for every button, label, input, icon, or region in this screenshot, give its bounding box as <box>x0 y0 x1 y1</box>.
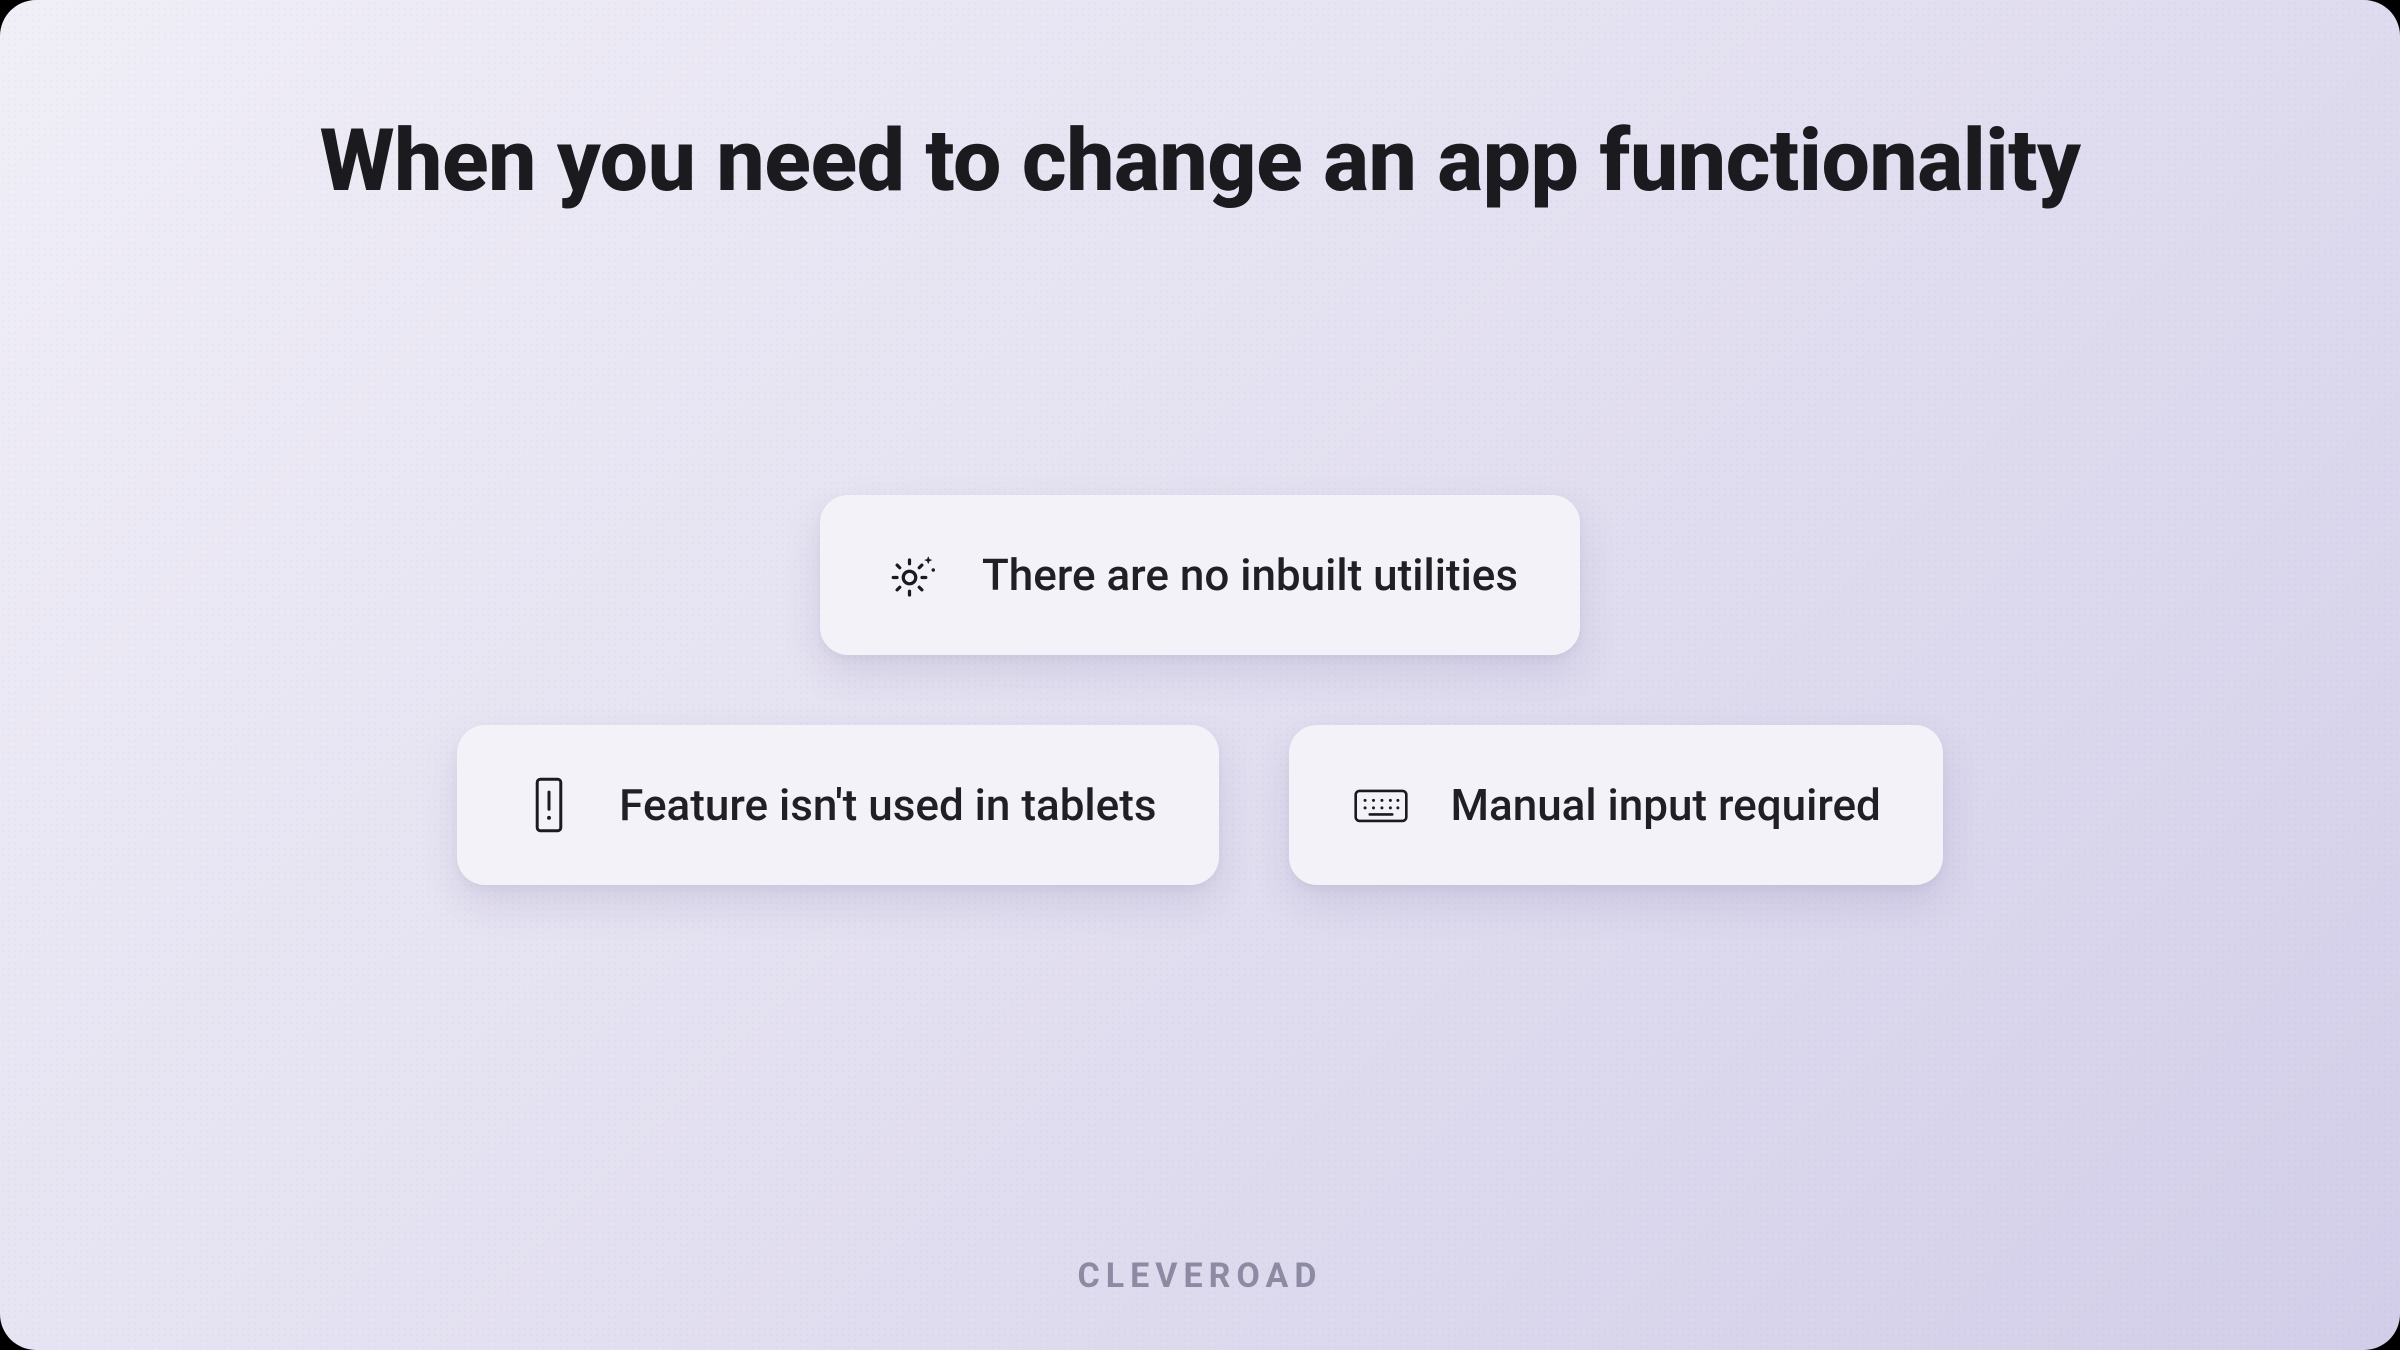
slide: When you need to change an app functiona… <box>0 0 2400 1350</box>
brand-logo-text: CLEVEROAD <box>0 1256 2400 1296</box>
cards-row-2: Feature isn't used in tablets <box>457 725 1943 885</box>
cards-group: There are no inbuilt utilities Feature i… <box>0 495 2400 885</box>
cards-row-1: There are no inbuilt utilities <box>820 495 1580 655</box>
phone-alert-icon <box>519 775 579 835</box>
card-feature-not-tablets: Feature isn't used in tablets <box>457 725 1218 885</box>
page-title: When you need to change an app functiona… <box>320 110 2081 211</box>
gear-sparkle-icon <box>882 545 942 605</box>
keyboard-icon <box>1351 775 1411 835</box>
card-label: Manual input required <box>1451 779 1881 831</box>
card-no-inbuilt-utilities: There are no inbuilt utilities <box>820 495 1580 655</box>
card-manual-input: Manual input required <box>1289 725 1943 885</box>
card-label: Feature isn't used in tablets <box>619 779 1156 831</box>
card-label: There are no inbuilt utilities <box>982 549 1518 601</box>
